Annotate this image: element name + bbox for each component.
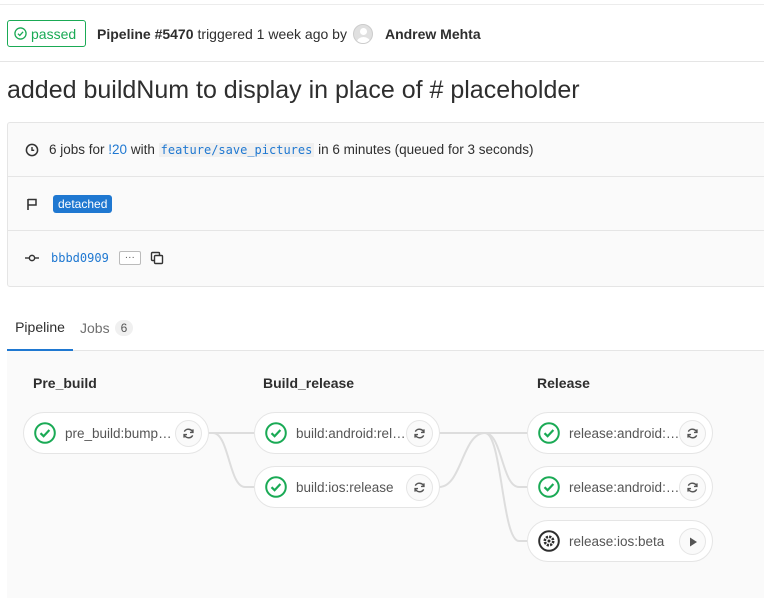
play-icon[interactable]: [679, 528, 706, 555]
stage-title: Pre_build: [33, 375, 97, 391]
status-badge[interactable]: passed: [7, 20, 87, 47]
retry-icon[interactable]: [679, 474, 706, 501]
with-text: with: [130, 142, 155, 157]
job-pre-build-bump[interactable]: pre_build:bump_version: [23, 412, 209, 454]
pipeline-id: Pipeline #5470: [97, 26, 194, 42]
job-name: build:ios:release: [296, 479, 394, 495]
clock-icon: [25, 143, 39, 157]
divider: [0, 4, 764, 5]
pipeline-header: passed Pipeline #5470 triggered 1 week a…: [0, 0, 764, 62]
flag-icon: [25, 197, 39, 211]
avatar[interactable]: [352, 24, 373, 44]
badges-row: detached: [8, 177, 764, 231]
check-circle-icon: [14, 27, 27, 40]
tab-jobs-label: Jobs: [80, 320, 110, 336]
merge-request-link[interactable]: !20: [108, 142, 127, 157]
header-meta: Pipeline #5470 triggered 1 week ago by A…: [97, 24, 481, 44]
tab-pipeline[interactable]: Pipeline: [7, 305, 73, 351]
pipeline-tabs: Pipeline Jobs 6: [7, 305, 764, 351]
detached-badge: detached: [53, 194, 113, 213]
status-success-icon: [538, 422, 560, 444]
duration-text: in 6 minutes (queued for 3 seconds): [318, 142, 534, 157]
status-success-icon: [265, 422, 287, 444]
job-release-android-internal[interactable]: release:android:internal: [527, 466, 713, 508]
status-success-icon: [34, 422, 56, 444]
jobs-count-text: 6 jobs for: [49, 142, 105, 157]
job-name: build:android:release: [296, 425, 408, 441]
page-title: added buildNum to display in place of # …: [7, 76, 580, 104]
tab-jobs[interactable]: Jobs 6: [80, 305, 134, 351]
job-name: release:ios:beta: [569, 533, 665, 549]
triggered-text: triggered 1 week ago by: [197, 26, 347, 42]
copy-icon[interactable]: [149, 250, 165, 266]
author-name[interactable]: Andrew Mehta: [385, 26, 481, 42]
jobs-summary-row: 6 jobs for !20 with feature/save_picture…: [8, 123, 764, 177]
retry-icon[interactable]: [679, 420, 706, 447]
expand-commit-message-button[interactable]: ···: [118, 251, 141, 265]
tab-pipeline-label: Pipeline: [15, 319, 65, 335]
job-release-ios-beta[interactable]: release:ios:beta: [527, 520, 713, 562]
retry-icon[interactable]: [406, 420, 433, 447]
retry-icon[interactable]: [175, 420, 202, 447]
retry-icon[interactable]: [406, 474, 433, 501]
job-release-android-alpha[interactable]: release:android:alpha: [527, 412, 713, 454]
commit-sha-link[interactable]: bbbd0909: [51, 251, 109, 265]
status-success-icon: [538, 476, 560, 498]
job-build-android-release[interactable]: build:android:release: [254, 412, 440, 454]
jobs-count-badge: 6: [114, 320, 134, 336]
job-name: release:android:internal: [569, 479, 681, 495]
job-name: pre_build:bump_version: [65, 425, 177, 441]
status-manual-gear-icon: [538, 530, 560, 552]
branch-link[interactable]: feature/save_pictures: [158, 142, 315, 157]
stage-title: Build_release: [263, 375, 355, 391]
job-build-ios-release[interactable]: build:ios:release: [254, 466, 440, 508]
status-label: passed: [31, 25, 77, 42]
commit-row: bbbd0909 ···: [8, 231, 764, 285]
pipeline-graph: Pre_build Build_release Release pre_buil…: [7, 351, 764, 598]
pipeline-info-panel: 6 jobs for !20 with feature/save_picture…: [7, 122, 764, 287]
job-name: release:android:alpha: [569, 425, 681, 441]
status-success-icon: [265, 476, 287, 498]
commit-icon: [25, 251, 39, 265]
stage-title: Release: [537, 375, 590, 391]
